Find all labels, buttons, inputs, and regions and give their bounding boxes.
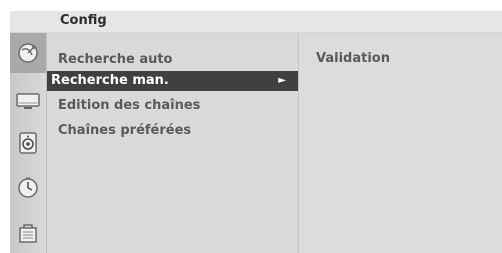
- lock-options-icon: [19, 224, 37, 243]
- category-audio-button[interactable]: [10, 123, 46, 163]
- speaker-icon: [19, 132, 37, 154]
- satellite-dish-icon: [18, 43, 38, 63]
- setup-menu-list: Recherche auto Recherche man. ► Edition …: [47, 33, 299, 253]
- submenu-arrow-icon: ►: [278, 75, 286, 86]
- menu-item-label: Recherche man.: [51, 73, 169, 88]
- submenu-item-validation[interactable]: Validation: [316, 51, 390, 66]
- submenu-panel: Validation: [299, 33, 502, 253]
- menu-item-label: Chaînes préférées: [58, 123, 192, 138]
- menu-item-label: Recherche auto: [58, 52, 173, 67]
- menu-header: Config: [10, 11, 502, 33]
- menu-item-label: Edition des chaînes: [58, 98, 201, 113]
- clock-icon: [18, 177, 38, 198]
- category-time-button[interactable]: [10, 168, 46, 208]
- category-picture-button[interactable]: [10, 81, 46, 121]
- menu-item-manual-search[interactable]: Recherche man. ►: [47, 71, 298, 91]
- menu-item-auto-search[interactable]: Recherche auto: [47, 50, 298, 70]
- tv-screen-icon: [16, 93, 40, 109]
- menu-item-channel-edit[interactable]: Edition des chaînes: [47, 96, 298, 116]
- tv-osd-menu: Config Recherche auto Recherche man. ► E…: [0, 0, 502, 253]
- category-options-button[interactable]: [10, 213, 46, 253]
- category-setup-button[interactable]: [10, 33, 46, 73]
- category-icon-bar: [10, 33, 47, 253]
- menu-item-favorite-channels[interactable]: Chaînes préférées: [47, 121, 298, 141]
- menu-title: Config: [60, 13, 107, 28]
